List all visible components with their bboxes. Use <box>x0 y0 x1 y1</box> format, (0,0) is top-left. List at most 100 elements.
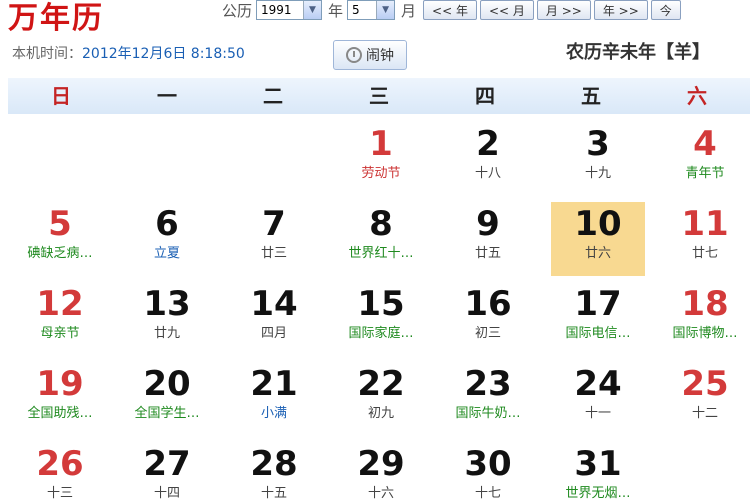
day-cell[interactable]: 22 初九 <box>334 362 428 436</box>
lunar-day-label: 十四 <box>153 486 180 500</box>
lunar-day-label: 十二 <box>691 406 718 421</box>
day-cell[interactable]: 6 立夏 <box>120 202 214 276</box>
prev-month-button[interactable]: << 月 <box>479 0 534 20</box>
lunar-day-label: 四月 <box>260 326 287 341</box>
day-cell[interactable]: 4 青年节 <box>658 122 750 196</box>
day-cell[interactable]: 3 十九 <box>551 122 645 196</box>
lunar-day-label: 国际电信… <box>565 326 631 341</box>
date-controls: 公历 1991 ▼ 年 5 ▼ 月 << 年 << 月 月 >> 年 >> 今 <box>222 0 681 20</box>
day-cell[interactable]: 21 小满 <box>227 362 321 436</box>
lunar-day-label: 十九 <box>584 166 611 181</box>
solar-day-number: 23 <box>464 364 512 404</box>
chevron-down-icon: ▼ <box>376 1 395 19</box>
lunar-day-label: 十七 <box>474 486 501 500</box>
solar-day-number: 31 <box>574 444 622 484</box>
weekday-wed: 三 <box>369 84 389 108</box>
solar-day-number: 20 <box>143 364 191 404</box>
day-cell[interactable]: 9 廿五 <box>441 202 535 276</box>
alarm-button[interactable]: 闹钟 <box>333 40 407 70</box>
lunar-day-label: 十六 <box>367 486 394 500</box>
solar-day-number: 10 <box>574 204 622 244</box>
day-cell[interactable]: 12 母亲节 <box>13 282 107 356</box>
day-cell[interactable]: 13 廿九 <box>120 282 214 356</box>
day-cell[interactable]: 19 全国助残… <box>13 362 107 436</box>
year-value: 1991 <box>261 3 292 17</box>
lunar-day-label: 国际博物… <box>672 326 738 341</box>
solar-day-number: 27 <box>143 444 191 484</box>
day-cell[interactable]: 31 世界无烟… <box>551 442 645 500</box>
solar-day-number: 26 <box>36 444 84 484</box>
day-cell[interactable]: 7 廿三 <box>227 202 321 276</box>
alarm-label: 闹钟 <box>366 48 394 64</box>
today-button[interactable]: 今 <box>650 0 681 20</box>
day-cell[interactable]: 2 十八 <box>441 122 535 196</box>
solar-day-number: 24 <box>574 364 622 404</box>
day-cell[interactable]: 28 十五 <box>227 442 321 500</box>
day-cell[interactable]: 5 碘缺乏病… <box>13 202 107 276</box>
day-cell[interactable]: 14 四月 <box>227 282 321 356</box>
year-unit: 年 <box>328 1 344 20</box>
next-year-button[interactable]: 年 >> <box>593 0 648 20</box>
lunar-day-label: 小满 <box>260 406 287 421</box>
solar-day-number: 19 <box>36 364 84 404</box>
lunar-day-label: 青年节 <box>685 166 725 181</box>
lunar-day-label: 国际牛奶… <box>455 406 521 421</box>
lunar-day-label: 立夏 <box>153 246 180 261</box>
solar-day-number: 22 <box>357 364 405 404</box>
lunar-day-label: 初三 <box>474 326 501 341</box>
solar-day-number: 2 <box>476 124 500 164</box>
day-cell[interactable]: 20 全国学生… <box>120 362 214 436</box>
day-cell[interactable]: 11 廿七 <box>658 202 750 276</box>
year-select[interactable]: 1991 ▼ <box>256 0 323 20</box>
solar-day-number: 25 <box>681 364 729 404</box>
weekday-header: 日 一 二 三 四 五 六 <box>8 78 750 114</box>
day-cell[interactable]: 17 国际电信… <box>551 282 645 356</box>
month-select[interactable]: 5 ▼ <box>347 0 396 20</box>
solar-day-number: 15 <box>357 284 405 324</box>
solar-day-number: 12 <box>36 284 84 324</box>
lunar-day-label: 全国学生… <box>134 406 200 421</box>
day-cell[interactable]: 30 十七 <box>441 442 535 500</box>
day-cell[interactable]: 26 十三 <box>13 442 107 500</box>
day-cell[interactable]: 23 国际牛奶… <box>441 362 535 436</box>
lunar-day-label: 廿三 <box>260 246 287 261</box>
day-cell[interactable]: 16 初三 <box>441 282 535 356</box>
lunar-day-label: 十五 <box>260 486 287 500</box>
solar-day-number: 7 <box>262 204 286 244</box>
lunar-day-label: 全国助残… <box>27 406 93 421</box>
solar-day-number: 16 <box>464 284 512 324</box>
prev-year-button[interactable]: << 年 <box>423 0 477 20</box>
solar-day-number: 28 <box>250 444 298 484</box>
lunar-day-label: 母亲节 <box>40 326 80 341</box>
chevron-down-icon: ▼ <box>303 1 322 19</box>
month-unit: 月 <box>401 1 417 20</box>
next-month-button[interactable]: 月 >> <box>536 0 591 20</box>
day-cell[interactable]: 15 国际家庭… <box>334 282 428 356</box>
weekday-fri: 五 <box>581 84 601 108</box>
solar-day-number: 29 <box>357 444 405 484</box>
month-value: 5 <box>352 3 360 17</box>
solar-day-number: 6 <box>155 204 179 244</box>
lunar-day-label: 国际家庭… <box>348 326 414 341</box>
lunar-day-label: 廿七 <box>691 246 718 261</box>
lunar-day-label: 廿五 <box>474 246 501 261</box>
day-cell[interactable]: 18 国际博物… <box>658 282 750 356</box>
weekday-mon: 一 <box>157 84 177 108</box>
day-cell[interactable]: 24 十一 <box>551 362 645 436</box>
day-cell[interactable]: 8 世界红十… <box>334 202 428 276</box>
solar-day-number: 9 <box>476 204 500 244</box>
solar-day-number: 17 <box>574 284 622 324</box>
solar-day-number: 13 <box>143 284 191 324</box>
weekday-tue: 二 <box>263 84 283 108</box>
weekday-thu: 四 <box>475 84 495 108</box>
lunar-day-label: 廿六 <box>584 246 611 261</box>
lunar-day-label: 十八 <box>474 166 501 181</box>
day-cell[interactable]: 1 劳动节 <box>334 122 428 196</box>
solar-day-number: 30 <box>464 444 512 484</box>
day-cell[interactable]: 25 十二 <box>658 362 750 436</box>
day-cell-today[interactable]: 10 廿六 <box>551 202 645 276</box>
day-cell[interactable]: 27 十四 <box>120 442 214 500</box>
lunar-day-label: 世界无烟… <box>565 486 631 500</box>
day-cell[interactable]: 29 十六 <box>334 442 428 500</box>
local-time-label: 本机时间： <box>12 46 82 62</box>
